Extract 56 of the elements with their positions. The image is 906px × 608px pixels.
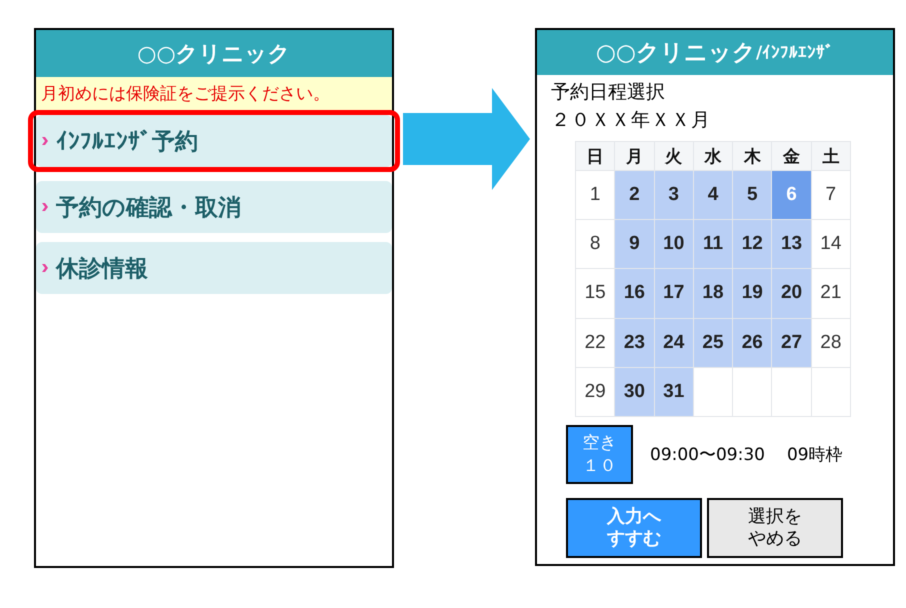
- calendar-day[interactable]: 20: [772, 269, 811, 318]
- calendar-day: 1: [576, 171, 614, 220]
- notice-text: 月初めには保険証をご提示ください。: [41, 83, 330, 105]
- calendar-day: 15: [576, 269, 614, 318]
- calendar-day[interactable]: 27: [772, 318, 811, 367]
- calendar-day[interactable]: 3: [654, 171, 693, 220]
- calendar-day[interactable]: 23: [615, 318, 654, 367]
- calendar-day[interactable]: 12: [733, 220, 772, 268]
- calendar-cell: [733, 368, 772, 416]
- menu-item[interactable]: 予約の確認・取消: [36, 181, 392, 233]
- menu-item[interactable]: ｲﾝﾌﾙｴﾝｻﾞ予約: [36, 115, 392, 167]
- weekday-header: 月: [615, 142, 654, 170]
- calendar-day[interactable]: 5: [733, 171, 772, 220]
- calendar-day[interactable]: 18: [694, 269, 732, 318]
- calendar-cell: [812, 368, 850, 416]
- menu-item[interactable]: 休診情報: [36, 242, 392, 294]
- calendar-day[interactable]: 11: [694, 220, 732, 268]
- weekday-header: 土: [812, 142, 850, 170]
- calendar-day[interactable]: 30: [615, 368, 654, 416]
- calendar-day[interactable]: 13: [772, 220, 811, 268]
- calendar-day[interactable]: 16: [615, 269, 654, 318]
- header-title: ○○クリニック: [137, 40, 291, 68]
- time-range: 09:00〜09:30: [650, 444, 765, 466]
- month-label: ２０ＸＸ年ＸＸ月: [551, 108, 712, 133]
- weekday-header: 火: [654, 142, 693, 170]
- chevron-icon: [42, 264, 48, 272]
- calendar-day[interactable]: 24: [654, 318, 693, 367]
- slot-label: 09時枠: [786, 444, 843, 466]
- calendar-day[interactable]: 2: [615, 171, 654, 220]
- header-subtitle: /ｲﾝﾌﾙｴﾝｻﾞ: [756, 42, 834, 62]
- calendar-cell: [694, 368, 732, 416]
- calendar-cell: [772, 368, 811, 416]
- calendar-day: 7: [812, 171, 850, 220]
- calendar-day[interactable]: 31: [654, 368, 693, 416]
- chevron-icon: [42, 203, 48, 211]
- calendar-day: 14: [812, 220, 850, 268]
- page-title: 予約日程選択: [551, 80, 666, 105]
- header-title: ○○クリニック: [596, 39, 756, 68]
- cancel-button[interactable]: 選択を やめる: [707, 498, 843, 558]
- weekday-header: 日: [576, 142, 614, 170]
- calendar-day[interactable]: 26: [733, 318, 772, 367]
- calendar-day: 22: [576, 318, 614, 367]
- calendar-day[interactable]: 25: [694, 318, 732, 367]
- weekday-header: 木: [733, 142, 772, 170]
- calendar-day: 29: [576, 368, 614, 416]
- weekday-header: 金: [772, 142, 811, 170]
- calendar-day[interactable]: 10: [654, 220, 693, 268]
- chevron-icon: [42, 137, 48, 145]
- calendar-day[interactable]: 4: [694, 171, 732, 220]
- calendar-day[interactable]: 17: [654, 269, 693, 318]
- calendar-day[interactable]: 9: [615, 220, 654, 268]
- calendar-day: 28: [812, 318, 850, 367]
- calendar-day: 21: [812, 269, 850, 318]
- calendar-day: 8: [576, 220, 614, 268]
- weekday-header: 水: [694, 142, 732, 170]
- calendar-day[interactable]: 19: [733, 269, 772, 318]
